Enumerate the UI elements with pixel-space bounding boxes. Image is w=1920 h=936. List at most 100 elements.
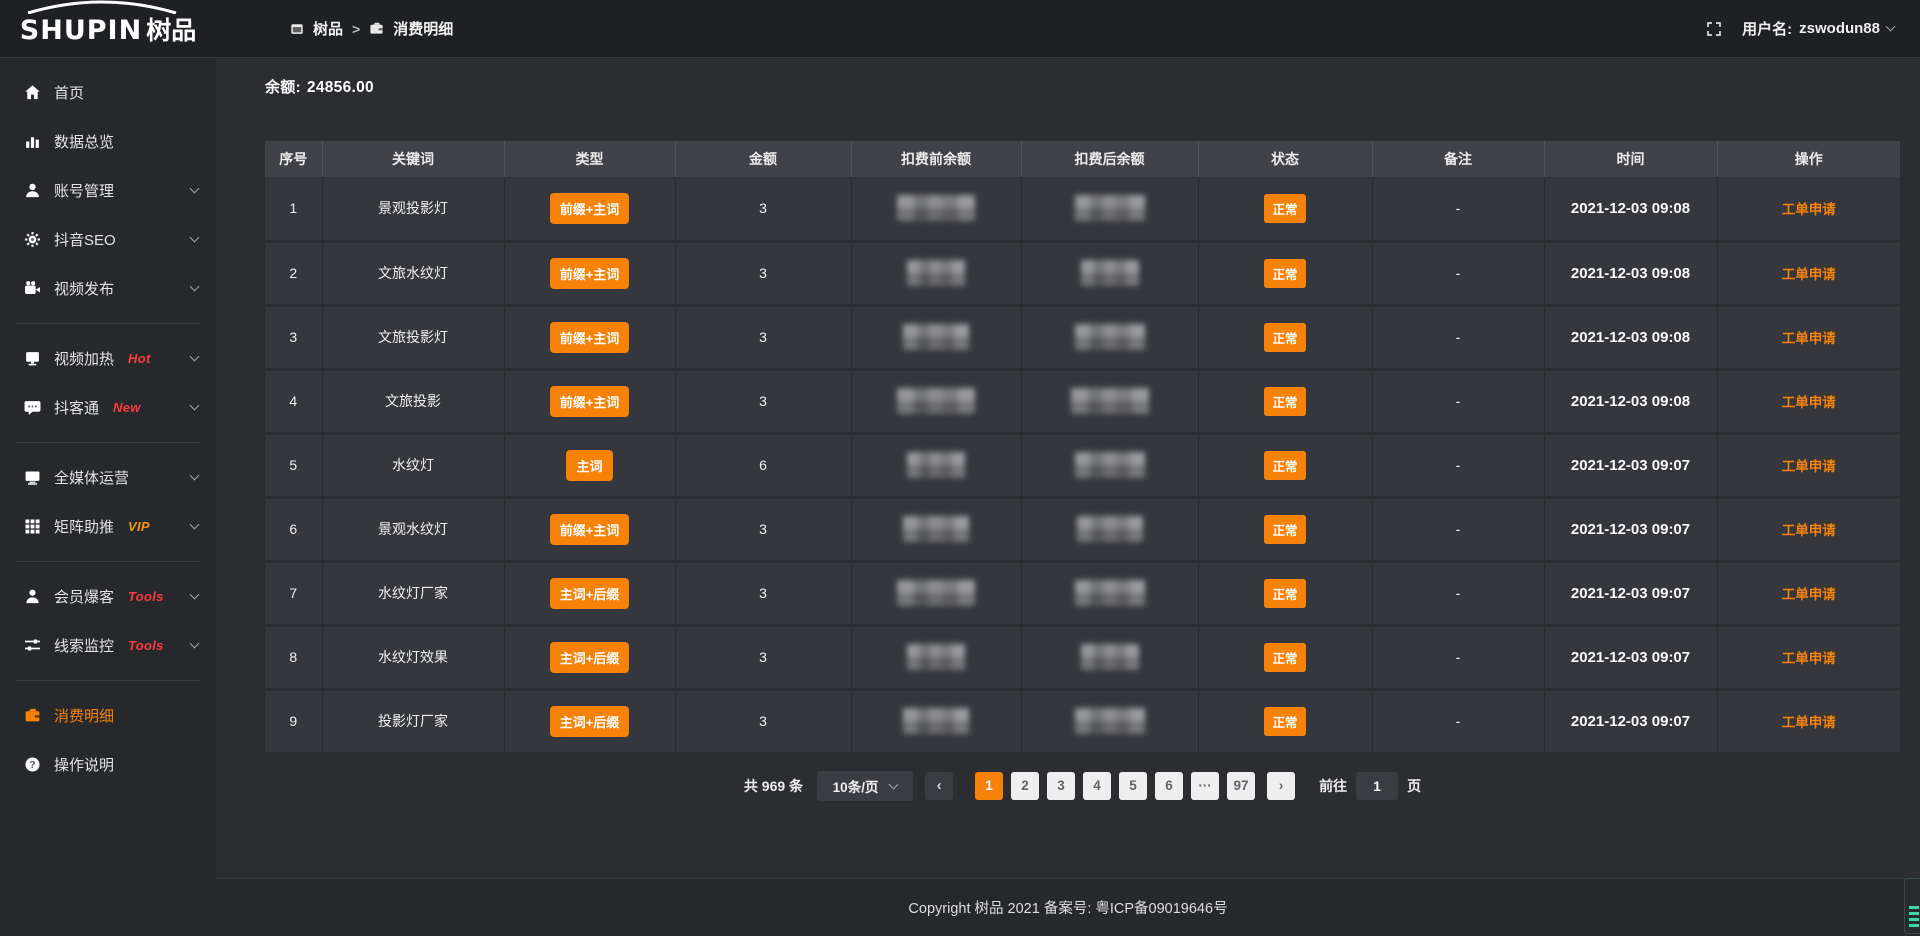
balance-after-cell — [1021, 433, 1198, 497]
row-index: 5 — [265, 433, 322, 497]
note-cell: - — [1372, 561, 1544, 625]
status-cell: 正常 — [1198, 241, 1372, 305]
type-cell: 前缀+主词 — [504, 241, 675, 305]
goto-label: 前往 — [1319, 776, 1347, 796]
sidebar-item-badge: New — [113, 400, 141, 415]
amount-cell: 3 — [675, 561, 851, 625]
username-value: zswodun88 — [1799, 20, 1880, 37]
module-icon — [290, 22, 304, 36]
sidebar-item-label: 消费明细 — [54, 705, 114, 726]
time-cell: 2021-12-03 09:07 — [1544, 689, 1717, 753]
row-index: 1 — [265, 177, 322, 241]
balance-label: 余额: — [265, 79, 301, 96]
page-button[interactable]: 2 — [1011, 772, 1039, 800]
work-order-link[interactable]: 工单申请 — [1782, 459, 1836, 474]
row-index: 4 — [265, 369, 322, 433]
sidebar-item[interactable]: 视频加热 Hot — [0, 334, 216, 383]
sidebar-item[interactable]: 线索监控 Tools — [0, 621, 216, 670]
table-row: 1 景观投影灯 前缀+主词 3 正常 - 2021-12-03 09:08 工单… — [265, 177, 1900, 241]
sidebar-item[interactable]: 视频发布 — [0, 264, 216, 313]
table-header-cell: 时间 — [1544, 141, 1717, 177]
sidebar-item-badge: Hot — [128, 351, 151, 366]
masked-balance-before — [897, 580, 975, 606]
sidebar-item[interactable]: 抖客通 New — [0, 383, 216, 432]
balance-value: 24856.00 — [307, 79, 374, 96]
prev-page-button[interactable]: ‹ — [925, 772, 953, 800]
type-cell: 主词 — [504, 433, 675, 497]
balance-before-cell — [851, 497, 1021, 561]
next-page-button[interactable]: › — [1267, 772, 1295, 800]
sidebar-item-label: 抖音SEO — [54, 229, 116, 250]
status-cell: 正常 — [1198, 305, 1372, 369]
masked-balance-before — [907, 644, 965, 670]
masked-balance-after — [1081, 260, 1139, 286]
sidebar-item[interactable]: 全媒体运营 — [0, 453, 216, 502]
table-row: 2 文旅水纹灯 前缀+主词 3 正常 - 2021-12-03 09:08 工单… — [265, 241, 1900, 305]
page-button[interactable]: 6 — [1155, 772, 1183, 800]
sidebar-item-badge: Tools — [128, 589, 164, 604]
sidebar-item[interactable]: 消费明细 — [0, 691, 216, 740]
question-icon: ? — [24, 756, 41, 773]
sidebar-item-label: 全媒体运营 — [54, 467, 129, 488]
sidebar-item[interactable]: 会员爆客 Tools — [0, 572, 216, 621]
work-order-link[interactable]: 工单申请 — [1782, 331, 1836, 346]
footer: Copyright 树品 2021 备案号: 粤ICP备09019646号 — [216, 878, 1920, 936]
sidebar-item-label: 会员爆客 — [54, 586, 114, 607]
chevron-down-icon — [190, 352, 200, 362]
page-size-select[interactable]: 10条/页 — [817, 771, 913, 801]
page-button[interactable]: 97 — [1227, 772, 1255, 800]
chevron-down-icon — [190, 639, 200, 649]
page-button[interactable]: 1 — [975, 772, 1003, 800]
breadcrumb-current[interactable]: 消费明细 — [393, 18, 453, 39]
work-order-link[interactable]: 工单申请 — [1782, 523, 1836, 538]
sidebar-item[interactable]: 数据总览 — [0, 117, 216, 166]
masked-balance-after — [1071, 388, 1149, 414]
sidebar-item[interactable]: 抖音SEO — [0, 215, 216, 264]
page-button[interactable]: ··· — [1191, 772, 1219, 800]
page-button[interactable]: 3 — [1047, 772, 1075, 800]
page-button[interactable]: 4 — [1083, 772, 1111, 800]
work-order-link[interactable]: 工单申请 — [1782, 267, 1836, 282]
work-order-link[interactable]: 工单申请 — [1782, 715, 1836, 730]
type-badge: 主词+后缀 — [550, 706, 630, 737]
status-badge: 正常 — [1264, 515, 1305, 544]
masked-balance-before — [907, 452, 965, 478]
keyword-cell: 景观水纹灯 — [322, 497, 504, 561]
status-badge: 正常 — [1264, 579, 1305, 608]
member-icon — [24, 588, 41, 605]
time-cell: 2021-12-03 09:08 — [1544, 241, 1717, 305]
masked-balance-before — [897, 388, 975, 414]
sidebar-item[interactable]: ? 操作说明 — [0, 740, 216, 789]
page-button[interactable]: 5 — [1119, 772, 1147, 800]
chevron-down-icon — [889, 780, 899, 790]
type-badge: 前缀+主词 — [550, 322, 630, 353]
sidebar-item[interactable]: 首页 — [0, 68, 216, 117]
chevron-down-icon — [190, 520, 200, 530]
amount-cell: 3 — [675, 625, 851, 689]
work-order-link[interactable]: 工单申请 — [1782, 395, 1836, 410]
row-index: 9 — [265, 689, 322, 753]
work-order-link[interactable]: 工单申请 — [1782, 202, 1836, 217]
sidebar-item[interactable]: 账号管理 — [0, 166, 216, 215]
breadcrumb-root[interactable]: 树品 — [313, 18, 343, 39]
goto-page-input[interactable] — [1356, 772, 1398, 800]
table-header-row: 序号关键词类型金额扣费前余额扣费后余额状态备注时间操作 — [265, 141, 1900, 177]
sidebar: 首页 数据总览 账号管理 抖音SEO 视 — [0, 58, 216, 936]
balance-after-cell — [1021, 305, 1198, 369]
status-cell: 正常 — [1198, 561, 1372, 625]
user-menu[interactable]: 用户名: zswodun88 — [1742, 18, 1894, 39]
work-order-link[interactable]: 工单申请 — [1782, 587, 1836, 602]
masked-balance-before — [903, 708, 969, 734]
type-cell: 前缀+主词 — [504, 369, 675, 433]
floating-widget[interactable] — [1904, 878, 1920, 934]
sidebar-item-label: 矩阵助推 — [54, 516, 114, 537]
time-cell: 2021-12-03 09:07 — [1544, 625, 1717, 689]
masked-balance-after — [1077, 516, 1143, 542]
fullscreen-icon[interactable] — [1706, 21, 1722, 37]
work-order-link[interactable]: 工单申请 — [1782, 651, 1836, 666]
row-index: 3 — [265, 305, 322, 369]
table-header-cell: 序号 — [265, 141, 322, 177]
table-header-cell: 操作 — [1717, 141, 1900, 177]
username-label: 用户名: — [1742, 18, 1792, 39]
sidebar-item[interactable]: 矩阵助推 VIP — [0, 502, 216, 551]
